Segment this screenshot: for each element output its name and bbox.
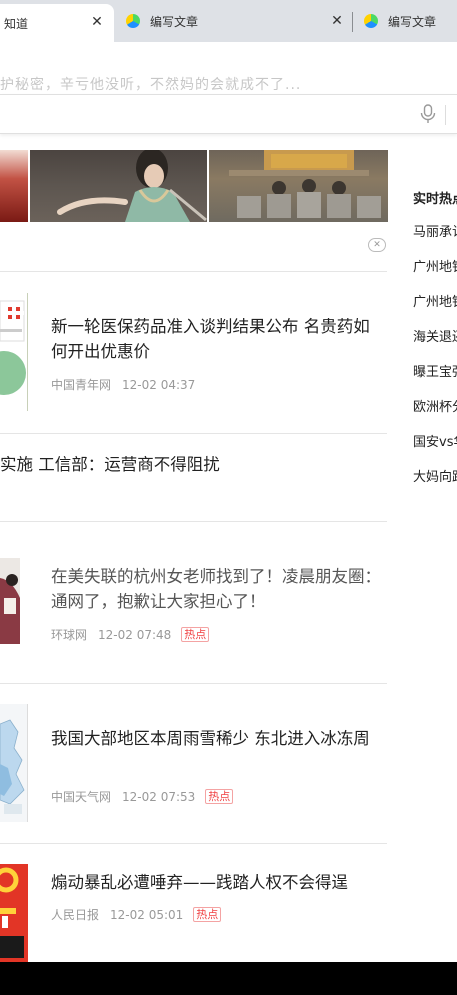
news-meta: 中国青年网 12-02 04:37 (51, 376, 205, 393)
news-thumbnail[interactable] (0, 864, 28, 962)
tab-separator (352, 12, 353, 32)
news-title[interactable]: 煽动暴乱必遭唾弃——践踏人权不会得逞 (51, 870, 381, 895)
hot-list: 马丽承认 广州地铁 广州地铁 海关退还 曝王宝强 欧洲杯分 国安vs华 大妈向路 (413, 222, 457, 502)
tab-close-icon[interactable]: ✕ (330, 14, 344, 28)
tab-label: 编写文章 (150, 14, 199, 29)
tab-write-article[interactable]: 编写文章 ✕ (118, 0, 350, 42)
hot-list-title: 实时热点 (413, 192, 457, 207)
news-title[interactable]: 实施 工信部：运营商不得阻扰 (0, 452, 388, 477)
gallery-image[interactable] (0, 150, 28, 222)
tab-zhidao[interactable]: 知道 ✕ (0, 4, 114, 42)
hot-list-item[interactable]: 海关退还 (413, 327, 457, 362)
hot-list-item[interactable]: 大妈向路 (413, 467, 457, 502)
favicon-icon (126, 14, 140, 28)
news-time: 12-02 04:37 (122, 377, 196, 392)
screen-bottom-bar (0, 962, 457, 995)
ad-close-icon[interactable]: ✕ (368, 238, 386, 252)
news-meta: 人民日报 12-02 05:01 热点 (51, 906, 222, 923)
tab-write-article-2[interactable]: 编写文章 (356, 0, 457, 42)
hot-badge: 热点 (181, 627, 210, 642)
news-source: 环球网 (51, 628, 88, 642)
news-thumbnail[interactable] (0, 293, 28, 411)
hot-list-item[interactable]: 曝王宝强 (413, 362, 457, 397)
news-thumbnail[interactable] (0, 704, 28, 822)
search-input[interactable] (0, 95, 410, 133)
divider (0, 683, 387, 684)
hot-badge: 热点 (205, 789, 234, 804)
news-title[interactable]: 新一轮医保药品准入谈判结果公布 名贵药如何开出优惠价 (51, 314, 381, 364)
news-time: 12-02 05:01 (110, 907, 184, 922)
hot-list-item[interactable]: 国安vs华 (413, 432, 457, 467)
divider (0, 433, 387, 434)
scrolling-headline[interactable]: 护秘密，辛亏他没听，不然妈的会就成不了... (0, 72, 457, 92)
hot-list-item[interactable]: 广州地铁 (413, 292, 457, 327)
browser-toolbar (0, 42, 457, 72)
tab-label: 编写文章 (388, 14, 437, 29)
hot-badge: 热点 (193, 907, 222, 922)
tab-close-icon[interactable]: ✕ (90, 15, 104, 29)
news-source: 中国青年网 (51, 378, 112, 392)
gallery-image[interactable] (209, 150, 388, 222)
news-source: 中国天气网 (51, 790, 112, 804)
page-content: 护秘密，辛亏他没听，不然妈的会就成不了... ✕ 新一轮医保药品准入谈判结果公布… (0, 72, 457, 962)
hot-list-item[interactable]: 广州地铁 (413, 257, 457, 292)
news-meta: 中国天气网 12-02 07:53 热点 (51, 788, 234, 805)
scrolling-headline-text: 护秘密，辛亏他没听，不然妈的会就成不了... (0, 77, 302, 92)
hot-list-item[interactable]: 马丽承认 (413, 222, 457, 257)
news-time: 12-02 07:53 (122, 789, 196, 804)
news-time: 12-02 07:48 (98, 627, 172, 642)
news-title[interactable]: 在美失联的杭州女老师找到了！凌晨朋友圈：通网了，抱歉让大家担心了！ (51, 564, 381, 614)
gallery-image[interactable] (30, 150, 207, 222)
favicon-icon (364, 14, 378, 28)
divider (0, 521, 387, 522)
microphone-icon[interactable] (418, 103, 438, 125)
tab-label: 知道 (4, 16, 29, 31)
browser-tab-strip: 知道 ✕ 编写文章 ✕ 编写文章 (0, 0, 457, 42)
divider (0, 843, 387, 844)
news-title[interactable]: 我国大部地区本周雨雪稀少 东北进入冰冻周 (51, 726, 381, 751)
search-divider (445, 105, 446, 125)
divider (0, 271, 387, 272)
hot-list-item[interactable]: 欧洲杯分 (413, 397, 457, 432)
news-thumbnail[interactable] (0, 558, 20, 644)
image-gallery (0, 150, 388, 222)
search-bar (0, 94, 457, 134)
news-meta: 环球网 12-02 07:48 热点 (51, 626, 210, 643)
news-source: 人民日报 (51, 908, 100, 922)
